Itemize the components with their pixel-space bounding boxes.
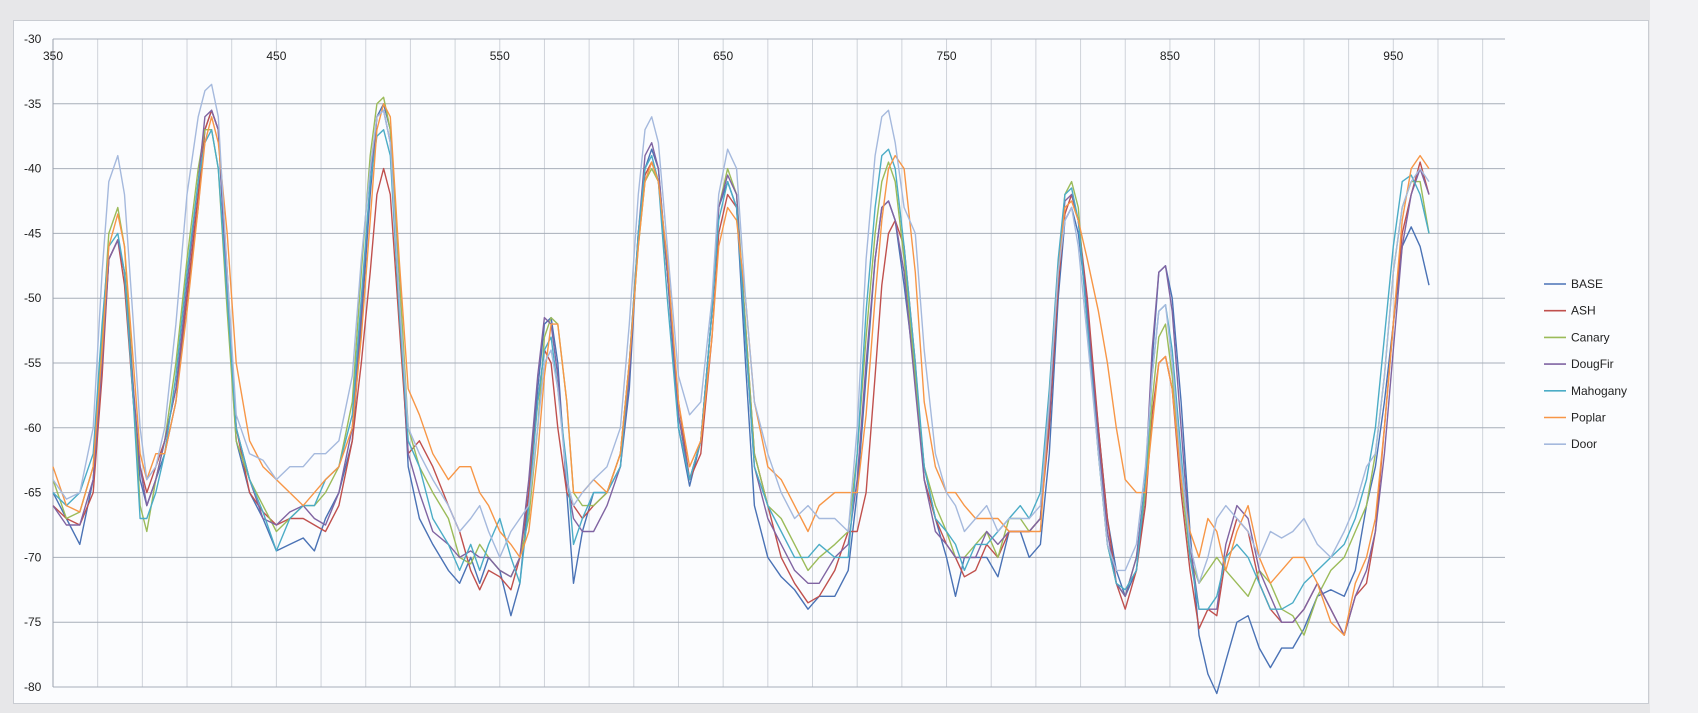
legend: BASE ASH Canary DougFir Mahogany Poplar Door bbox=[1544, 277, 1627, 451]
x-tick-label: 350 bbox=[43, 49, 63, 63]
y-axis: -30 -35 -40 -45 -50 -55 -60 -65 -70 -75 -80 bbox=[24, 32, 42, 694]
y-tick-label: -35 bbox=[24, 97, 42, 111]
y-tick-label: -80 bbox=[24, 680, 42, 694]
x-tick-label: 450 bbox=[266, 49, 286, 63]
series-line-mahogany bbox=[52, 129, 1430, 610]
series-line-base bbox=[52, 103, 1430, 695]
y-tick-label: -30 bbox=[24, 32, 42, 46]
x-tick-label: 750 bbox=[937, 49, 957, 63]
y-tick-label: -75 bbox=[24, 615, 42, 629]
line-chart: -30 -35 -40 -45 -50 -55 -60 -65 -70 -75 -80 350 450… bbox=[24, 32, 1627, 695]
x-axis: 350 450 550 650 750 850 950 bbox=[43, 49, 1404, 63]
x-tick-label: 650 bbox=[713, 49, 733, 63]
legend-label: Poplar bbox=[1571, 411, 1606, 425]
x-tick-label: 850 bbox=[1160, 49, 1180, 63]
series-lines bbox=[52, 83, 1430, 695]
y-tick-label: -45 bbox=[24, 226, 42, 240]
x-tick-label: 950 bbox=[1383, 49, 1403, 63]
y-tick-label: -40 bbox=[24, 162, 42, 176]
grid bbox=[52, 38, 1505, 688]
legend-label: Canary bbox=[1571, 330, 1610, 344]
legend-label: Door bbox=[1571, 437, 1597, 451]
legend-label: ASH bbox=[1571, 304, 1596, 318]
legend-label: BASE bbox=[1571, 277, 1603, 291]
x-tick-label: 550 bbox=[490, 49, 510, 63]
y-tick-label: -50 bbox=[24, 291, 42, 305]
y-tick-label: -65 bbox=[24, 486, 42, 500]
legend-label: DougFir bbox=[1571, 357, 1614, 371]
legend-label: Mahogany bbox=[1571, 384, 1627, 398]
series-line-poplar bbox=[52, 103, 1430, 636]
y-tick-label: -55 bbox=[24, 356, 42, 370]
y-tick-label: -60 bbox=[24, 421, 42, 435]
y-tick-label: -70 bbox=[24, 550, 42, 564]
